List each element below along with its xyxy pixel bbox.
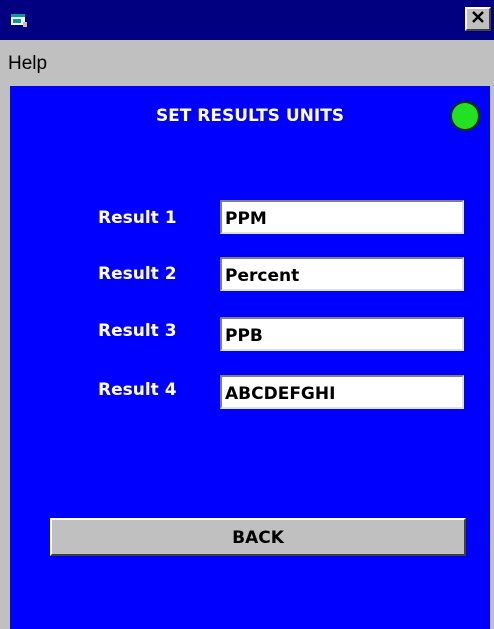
results-units-panel: SET RESULTS UNITS Result 1 PPM Result 2 …	[10, 86, 490, 629]
menu-bar: Help	[0, 40, 494, 86]
title-bar	[0, 0, 494, 40]
menu-help[interactable]: Help	[8, 53, 47, 75]
close-button[interactable]	[465, 7, 491, 31]
result-1-field[interactable]: PPM	[220, 200, 464, 234]
close-icon	[471, 10, 485, 28]
result-2-label: Result 2	[98, 264, 177, 284]
result-4-field[interactable]: ABCDEFGHI	[220, 375, 464, 409]
result-3-label: Result 3	[98, 321, 177, 341]
result-1-label: Result 1	[98, 208, 177, 228]
result-4-label: Result 4	[98, 380, 177, 400]
result-2-field[interactable]: Percent	[220, 257, 464, 291]
result-3-field[interactable]: PPB	[220, 317, 464, 351]
status-indicator	[450, 101, 480, 131]
app-window: Help SET RESULTS UNITS Result 1 PPM Resu…	[0, 0, 494, 629]
page-title: SET RESULTS UNITS	[155, 106, 345, 126]
app-window-icon[interactable]	[10, 12, 28, 28]
back-button[interactable]: BACK	[50, 518, 466, 556]
